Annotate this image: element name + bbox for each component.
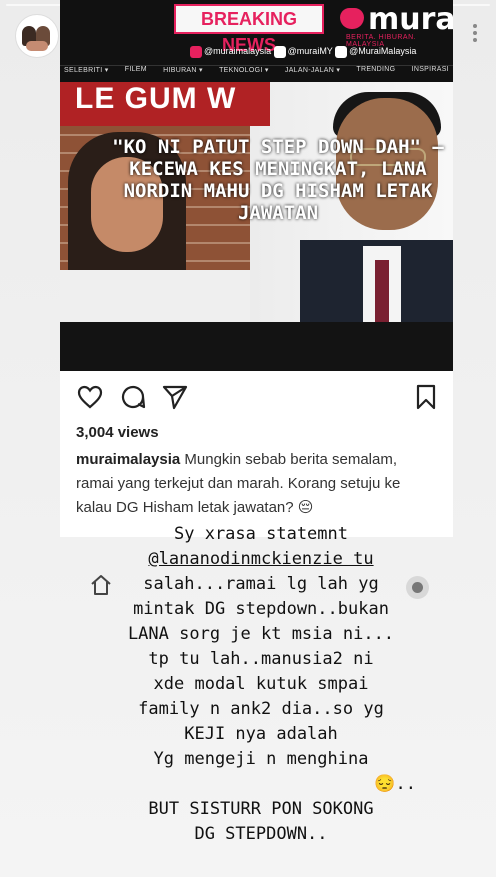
story-text-line: KEJI nya adalah bbox=[184, 724, 338, 744]
story-text-line: mintak DG stepdown..bukan bbox=[133, 599, 389, 619]
background-sign-text: LE GUM W bbox=[75, 82, 237, 115]
twitter-link: @MuraiMalaysia bbox=[335, 46, 416, 58]
more-options-icon[interactable] bbox=[472, 24, 478, 45]
story-text-line: Yg mengeji n menghina bbox=[153, 749, 369, 769]
background-sign: LE GUM W bbox=[60, 82, 270, 126]
story-text-line: xde modal kutuk smpai bbox=[153, 674, 369, 694]
facebook-icon bbox=[273, 46, 286, 58]
news-headline: "KO NI PATUT STEP DOWN DAH" – KECEWA KES… bbox=[112, 136, 444, 225]
story-text-line: DG STEPDOWN.. bbox=[194, 824, 328, 844]
twitter-icon bbox=[335, 46, 348, 58]
bookmark-icon[interactable] bbox=[412, 383, 440, 411]
story-text-line: tp tu lah..manusia2 ni bbox=[148, 649, 374, 669]
view-count[interactable]: 3,004 views bbox=[76, 424, 159, 441]
story-text-mention[interactable]: @lananodinmckienzie tu bbox=[88, 547, 434, 572]
nav-item-teknologi: TEKNOLOGI ▾ bbox=[219, 67, 269, 74]
story-text-line: family n ank2 dia..so yg bbox=[138, 699, 384, 719]
story-text-line: LANA sorg je kt msia ni... bbox=[127, 624, 395, 644]
murai-brand-text: murai bbox=[368, 2, 453, 37]
caption-username[interactable]: muraimalaysia bbox=[76, 451, 180, 468]
story-text-line: Sy xrasa statemnt bbox=[174, 524, 348, 544]
murai-logo-icon bbox=[340, 8, 364, 29]
nav-item-filem: FILEM bbox=[124, 66, 147, 73]
post-caption: muraimalaysia Mungkin sebab berita semal… bbox=[76, 448, 423, 520]
nav-item-hiburan: HIBURAN ▾ bbox=[163, 67, 203, 74]
nav-item-trending: TRENDING bbox=[356, 66, 396, 73]
category-nav: SELEBRITI ▾ FILEM HIBURAN ▾ TEKNOLOGI ▾ … bbox=[60, 65, 453, 81]
comment-icon[interactable] bbox=[119, 383, 147, 411]
story-text-overlay: Sy xrasa statemnt @lananodinmckienzie tu… bbox=[88, 522, 434, 847]
share-icon[interactable] bbox=[161, 383, 189, 411]
news-post-image[interactable]: LE GUM W BREAKING NEWS murai BERITA. HIB… bbox=[60, 0, 453, 371]
nav-item-selebriti: SELEBRITI ▾ bbox=[64, 67, 109, 74]
nav-item-jalan-jalan: JALAN-JALAN ▾ bbox=[284, 67, 341, 74]
shared-post-card[interactable]: LE GUM W BREAKING NEWS murai BERITA. HIB… bbox=[60, 0, 453, 537]
heart-icon[interactable] bbox=[76, 383, 104, 411]
murai-logo: murai bbox=[340, 2, 453, 37]
tie bbox=[375, 260, 389, 322]
post-actions bbox=[60, 383, 453, 415]
avatar[interactable] bbox=[15, 14, 59, 58]
nav-item-inspirasi: INSPIRASI bbox=[411, 66, 449, 73]
instagram-icon bbox=[190, 46, 202, 58]
news-masthead: BREAKING NEWS murai BERITA. HIBURAN. MAL… bbox=[60, 0, 453, 82]
story-text-line: BUT SISTURR PON SOKONG bbox=[148, 799, 374, 819]
story-text-line: salah...ramai lg lah yg bbox=[143, 574, 379, 594]
social-links: @muraimalaysia @muraiMY @MuraiMalaysia bbox=[190, 46, 453, 60]
facebook-link: @muraiMY bbox=[273, 46, 336, 58]
breaking-news-label: BREAKING NEWS bbox=[174, 4, 324, 55]
woman-clothing bbox=[60, 270, 250, 322]
instagram-link: @muraimalaysia bbox=[190, 46, 274, 58]
story-text-line: 😔.. bbox=[374, 774, 416, 794]
